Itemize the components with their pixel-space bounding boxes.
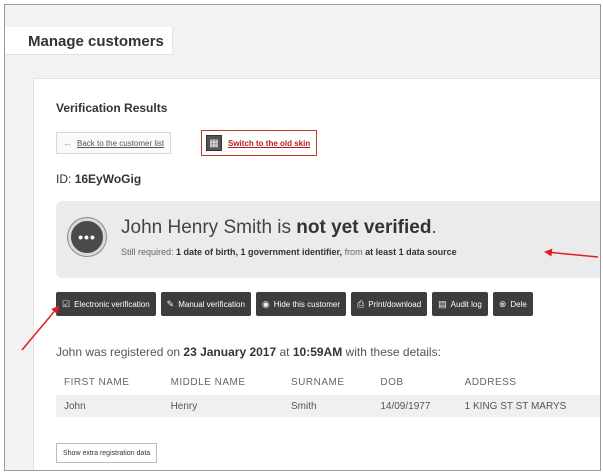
arrow-left-icon: ← [63,138,72,148]
verification-status-box: ••• John Henry Smith is not yet verified… [56,201,600,278]
column-header: MIDDLE NAME [162,371,284,396]
print-download-button[interactable]: ⎙ Print/download [351,292,428,316]
registration-prefix: John was registered on [56,345,184,359]
switch-old-skin-link[interactable]: ▦ Switch to the old skin [201,130,318,156]
section-title: Verification Results [56,101,168,115]
skin-icon: ▦ [206,135,222,151]
hide-customer-label: Hide this customer [273,299,341,309]
print-icon: ⎙ [357,298,365,309]
manual-verification-button[interactable]: ✎ Manual verification [160,292,251,316]
status-is: is [272,217,297,238]
delete-button[interactable]: ⊗ Dele [492,292,533,316]
electronic-verification-label: Electronic verification [74,299,150,309]
check-square-icon: ☑ [62,298,71,309]
requirements-prefix: Still required: [121,247,177,257]
print-download-label: Print/download [368,299,422,309]
customer-id-label: ID: [56,172,72,186]
customer-full-name: John Henry Smith [121,217,273,238]
electronic-verification-button[interactable]: ☑ Electronic verification [56,292,156,316]
app-frame: Manage customers Verification Results ← … [4,4,601,471]
action-toolbar: ☑ Electronic verification ✎ Manual verif… [56,292,533,316]
column-header: SURNAME [283,371,373,396]
status-headline: John Henry Smith is not yet verified. [121,217,437,239]
column-header: ADDRESS [456,371,600,396]
requirements-items: 1 date of birth, 1 government identifier… [176,247,343,257]
table-cell: Henry [162,395,284,417]
verification-panel: Verification Results ← Back to the custo… [33,78,600,470]
audit-log-button[interactable]: ▤ Audit log [432,292,488,316]
table-cell: 1 KING ST ST MARYS [456,395,600,417]
remove-icon: ⊗ [498,298,507,309]
status-period: . [431,217,437,238]
skin-link-label: Switch to the old skin [228,138,311,148]
table-cell: 14/09/1977 [372,395,457,417]
hide-customer-button[interactable]: ◉ Hide this customer [255,292,347,316]
registration-date: 23 January 2017 [183,345,277,359]
status-requirements: Still required: 1 date of birth, 1 gover… [121,247,457,257]
customer-id: ID: 16EyWoGig [56,172,141,186]
back-to-customer-list-link[interactable]: ← Back to the customer list [56,132,172,154]
delete-label: Dele [510,299,527,309]
column-header: FIRST NAME [56,371,163,396]
status-state: not yet verified [296,217,432,238]
back-link-label: Back to the customer list [77,138,165,148]
requirements-mid: from [342,247,366,257]
manual-verification-label: Manual verification [178,299,245,309]
column-header: DOB [372,371,457,396]
table-cell: John [56,395,163,417]
show-extra-registration-button[interactable]: Show extra registration data [56,443,158,463]
eye-icon: ◉ [261,298,270,309]
table-header-row: FIRST NAME MIDDLE NAME SURNAME DOB ADDRE… [56,371,600,396]
clipboard-icon: ▤ [438,298,447,309]
pencil-icon: ✎ [166,298,175,309]
registration-summary: John was registered on 23 January 2017 a… [56,345,441,359]
table-cell: Smith [283,395,373,417]
registration-suffix: with these details: [342,345,441,359]
audit-log-label: Audit log [450,299,482,309]
registration-at: at [276,345,293,359]
registration-time: 10:59AM [292,345,343,359]
customer-details-table: FIRST NAME MIDDLE NAME SURNAME DOB ADDRE… [56,371,600,417]
ellipsis-circle-icon: ••• [68,218,106,256]
requirements-source: at least 1 data source [365,247,457,257]
page-title: Manage customers [5,27,173,55]
customer-id-value: 16EyWoGig [74,172,142,186]
table-row: John Henry Smith 14/09/1977 1 KING ST ST… [56,395,600,417]
